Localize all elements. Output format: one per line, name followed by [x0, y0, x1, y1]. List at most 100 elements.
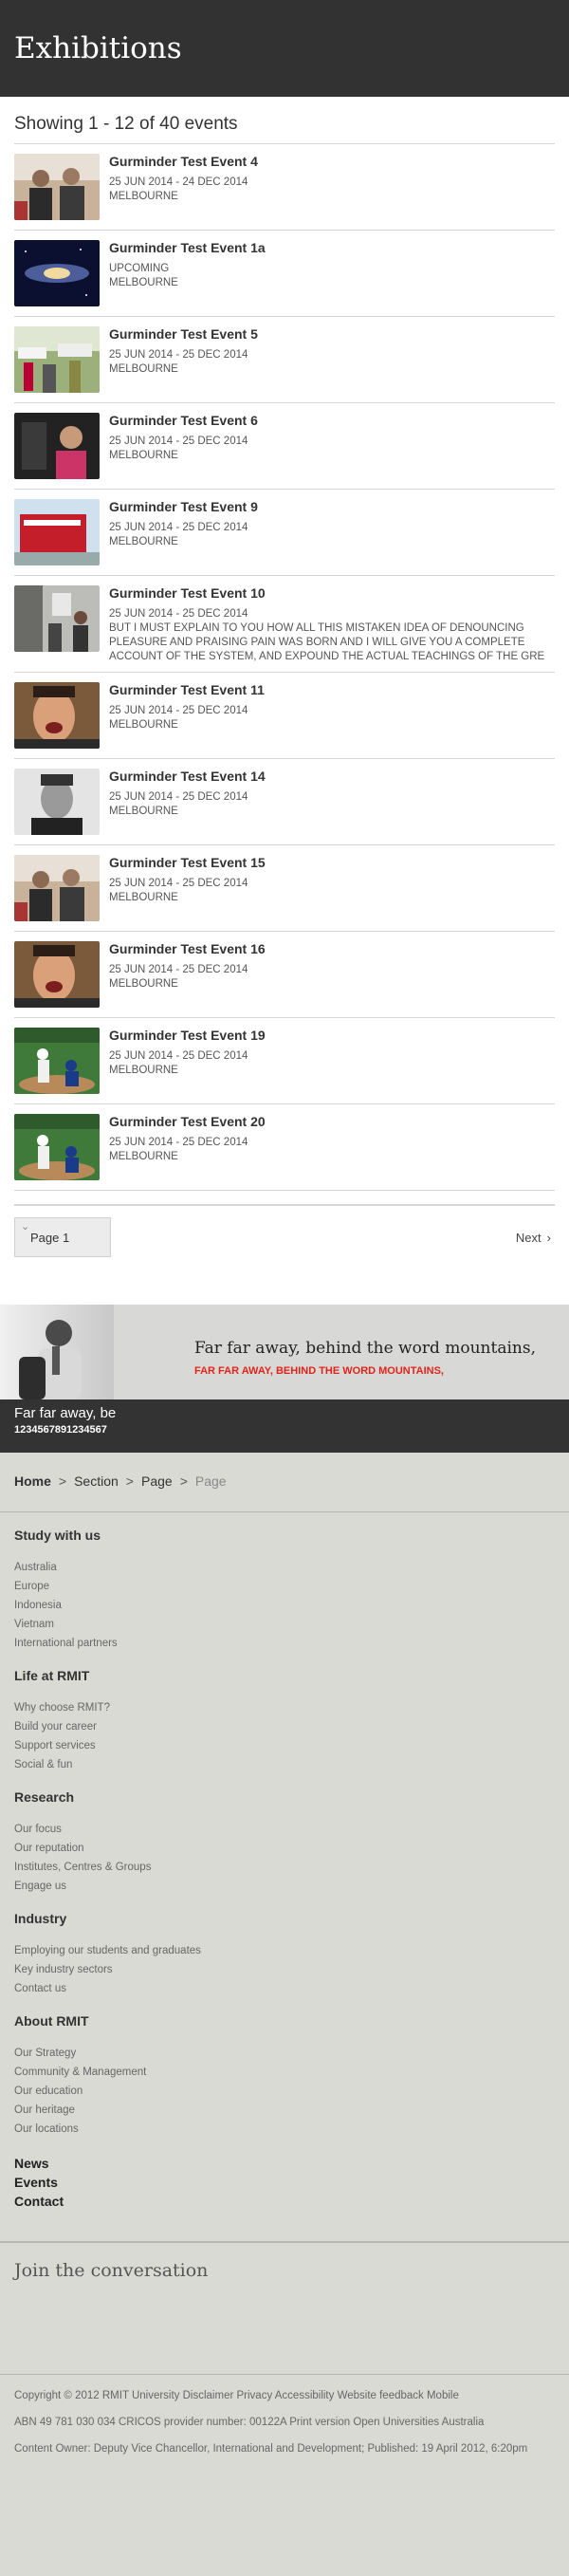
- event-item[interactable]: Gurminder Test Event 5 25 JUN 2014 - 25 D…: [14, 317, 555, 403]
- footer-section-title[interactable]: Industry: [14, 1911, 555, 1926]
- footer-link[interactable]: Our Strategy: [14, 2044, 555, 2063]
- breadcrumb-separator: >: [58, 1473, 67, 1489]
- footer-link[interactable]: Support services: [14, 1736, 555, 1755]
- footer-link[interactable]: International partners: [14, 1634, 555, 1653]
- event-item[interactable]: Gurminder Test Event 15 25 JUN 2014 - 25 …: [14, 845, 555, 932]
- abn-line: ABN 49 781 030 034 CRICOS provider numbe…: [14, 2417, 485, 2428]
- banner-image: [0, 1305, 114, 1399]
- event-item[interactable]: Gurminder Test Event 6 25 JUN 2014 - 25 D…: [14, 403, 555, 490]
- event-thumbnail[interactable]: [14, 240, 100, 306]
- event-title[interactable]: Gurminder Test Event 10: [109, 585, 555, 601]
- event-thumbnail[interactable]: [14, 499, 100, 565]
- footer-link[interactable]: Contact us: [14, 1979, 555, 1998]
- event-details: Gurminder Test Event 6 25 JUN 2014 - 25 D…: [109, 413, 555, 481]
- footer-link-events[interactable]: Events: [14, 2173, 555, 2192]
- event-title[interactable]: Gurminder Test Event 11: [109, 682, 555, 697]
- event-thumbnail[interactable]: [14, 413, 100, 479]
- event-location: MELBOURNE: [109, 892, 178, 903]
- footer-links: News Events Contact: [14, 2154, 555, 2211]
- banner-headline: Far far away, behind the word mountains,: [194, 1339, 536, 1358]
- event-title[interactable]: Gurminder Test Event 6: [109, 413, 555, 428]
- footer-section-title[interactable]: Study with us: [14, 1528, 555, 1543]
- breadcrumb-page[interactable]: Page: [141, 1473, 173, 1489]
- event-date: 25 JUN 2014 - 25 DEC 2014: [109, 1050, 248, 1062]
- footer-link[interactable]: Community & Management: [14, 2063, 555, 2082]
- event-details: Gurminder Test Event 9 25 JUN 2014 - 25 D…: [109, 499, 555, 567]
- event-title[interactable]: Gurminder Test Event 5: [109, 326, 555, 342]
- join-title: Join the conversation: [14, 2260, 209, 2281]
- footer-link[interactable]: Institutes, Centres & Groups: [14, 1858, 555, 1877]
- footer-link[interactable]: Our focus: [14, 1820, 555, 1839]
- promo-banner[interactable]: Far far away, behind the word mountains,…: [0, 1305, 569, 1399]
- footer-link[interactable]: Europe: [14, 1577, 555, 1596]
- footer-link[interactable]: Our education: [14, 2082, 555, 2101]
- event-title[interactable]: Gurminder Test Event 16: [109, 941, 555, 956]
- footer-link[interactable]: Australia: [14, 1558, 555, 1577]
- event-title[interactable]: Gurminder Test Event 4: [109, 154, 555, 169]
- event-date: 25 JUN 2014 - 25 DEC 2014: [109, 1137, 248, 1148]
- event-item[interactable]: Gurminder Test Event 10 25 JUN 2014 - 25 …: [14, 576, 555, 673]
- event-thumbnail[interactable]: [14, 1028, 100, 1094]
- event-title[interactable]: Gurminder Test Event 15: [109, 855, 555, 870]
- event-location: MELBOURNE: [109, 1151, 178, 1162]
- event-item[interactable]: Gurminder Test Event 20 25 JUN 2014 - 25 …: [14, 1104, 555, 1191]
- copyright-line[interactable]: Copyright © 2012 RMIT University Disclai…: [14, 2388, 555, 2403]
- event-item[interactable]: Gurminder Test Event 9 25 JUN 2014 - 25 D…: [14, 490, 555, 576]
- breadcrumb-home[interactable]: Home: [14, 1473, 51, 1489]
- event-thumbnail[interactable]: [14, 154, 100, 220]
- footer-nav: Study with us Australia Europe Indonesia Vie…: [0, 1512, 569, 2211]
- event-details: Gurminder Test Event 5 25 JUN 2014 - 25 D…: [109, 326, 555, 395]
- next-link[interactable]: Next ›: [516, 1231, 555, 1245]
- event-thumbnail[interactable]: [14, 585, 100, 652]
- event-item[interactable]: Gurminder Test Event 19 25 JUN 2014 - 25 …: [14, 1018, 555, 1104]
- event-thumbnail[interactable]: [14, 682, 100, 749]
- event-thumbnail[interactable]: [14, 769, 100, 835]
- footer-link[interactable]: Social & fun: [14, 1755, 555, 1774]
- footer-link[interactable]: Our locations: [14, 2120, 555, 2139]
- event-item[interactable]: Gurminder Test Event 4 25 JUN 2014 - 24 D…: [14, 144, 555, 231]
- breadcrumb-current: Page: [194, 1473, 227, 1489]
- footer-link[interactable]: Our heritage: [14, 2101, 555, 2120]
- footer-link[interactable]: Engage us: [14, 1877, 555, 1896]
- event-location: MELBOURNE: [109, 978, 178, 990]
- breadcrumb-section[interactable]: Section: [74, 1473, 119, 1489]
- page-title: Exhibitions: [14, 31, 182, 65]
- pagination: ⌄ Page 1 Next ›: [14, 1204, 555, 1257]
- event-item[interactable]: Gurminder Test Event 16 25 JUN 2014 - 25 …: [14, 932, 555, 1018]
- footer-section-title[interactable]: About RMIT: [14, 2013, 555, 2029]
- banner-caption-number: 1234567891234567: [14, 1424, 107, 1436]
- footer-link[interactable]: Vietnam: [14, 1615, 555, 1634]
- event-title[interactable]: Gurminder Test Event 20: [109, 1114, 555, 1129]
- page-select[interactable]: ⌄ Page 1: [14, 1217, 111, 1257]
- event-item[interactable]: Gurminder Test Event 1a UPCOMING MELBOURNE: [14, 231, 555, 317]
- footer-link[interactable]: Build your career: [14, 1717, 555, 1736]
- footer-section-title[interactable]: Research: [14, 1789, 555, 1805]
- footer-link-list: Employing our students and graduates Key …: [14, 1941, 555, 1998]
- legal-info: Copyright © 2012 RMIT University Disclai…: [0, 2374, 569, 2481]
- event-item[interactable]: Gurminder Test Event 11 25 JUN 2014 - 25 …: [14, 673, 555, 759]
- footer-link[interactable]: Indonesia: [14, 1596, 555, 1615]
- event-thumbnail[interactable]: [14, 326, 100, 393]
- event-thumbnail[interactable]: [14, 941, 100, 1008]
- footer-link[interactable]: Our reputation: [14, 1839, 555, 1858]
- event-thumbnail[interactable]: [14, 1114, 100, 1180]
- chevron-down-icon: ⌄: [21, 1221, 30, 1232]
- event-title[interactable]: Gurminder Test Event 9: [109, 499, 555, 514]
- event-item[interactable]: Gurminder Test Event 14 25 JUN 2014 - 25 …: [14, 759, 555, 845]
- event-list: Gurminder Test Event 4 25 JUN 2014 - 24 D…: [14, 144, 555, 1191]
- footer-link-list: Australia Europe Indonesia Vietnam Internati…: [14, 1558, 555, 1653]
- footer-link-news[interactable]: News: [14, 2154, 555, 2173]
- content-owner-line: Content Owner: Deputy Vice Chancellor, I…: [14, 2443, 528, 2455]
- breadcrumb-separator: >: [125, 1473, 134, 1489]
- event-date: 25 JUN 2014 - 25 DEC 2014: [109, 705, 248, 716]
- footer-link[interactable]: Key industry sectors: [14, 1960, 555, 1979]
- event-thumbnail[interactable]: [14, 855, 100, 921]
- event-title[interactable]: Gurminder Test Event 14: [109, 769, 555, 784]
- footer-link[interactable]: Employing our students and graduates: [14, 1941, 555, 1960]
- footer-link-contact[interactable]: Contact: [14, 2192, 555, 2211]
- event-title[interactable]: Gurminder Test Event 1a: [109, 240, 555, 255]
- footer-section-title[interactable]: Life at RMIT: [14, 1668, 555, 1683]
- footer-link[interactable]: Why choose RMIT?: [14, 1698, 555, 1717]
- event-title[interactable]: Gurminder Test Event 19: [109, 1028, 555, 1043]
- site-footer: Home > Section > Page > Page Study with us Aust…: [0, 1453, 569, 2576]
